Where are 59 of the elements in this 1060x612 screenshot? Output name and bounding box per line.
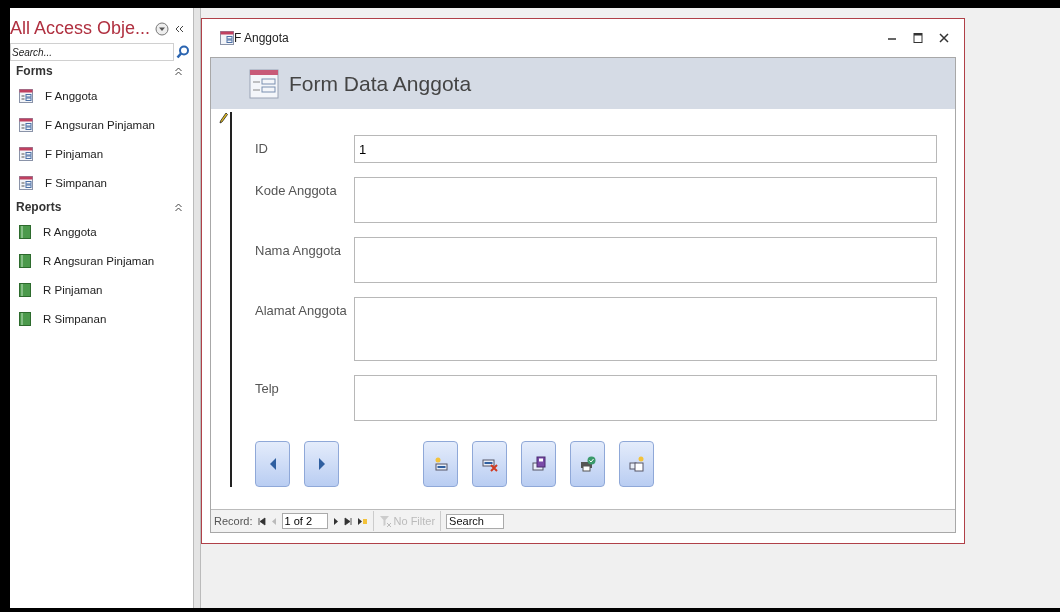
form-icon <box>19 117 33 132</box>
input-field[interactable] <box>354 375 937 421</box>
nav-item[interactable]: F Simpanan <box>45 176 107 189</box>
nav-item[interactable]: F Pinjaman <box>45 147 104 160</box>
close-icon[interactable] <box>938 32 950 44</box>
nav-item[interactable]: R Anggota <box>43 225 97 238</box>
form-title: Form Data Anggota <box>289 71 472 96</box>
last-record-icon[interactable] <box>343 516 352 526</box>
print-button[interactable] <box>570 441 605 487</box>
funnel-icon <box>378 515 392 527</box>
first-record-icon[interactable] <box>257 516 266 526</box>
delete-button[interactable] <box>472 441 507 487</box>
nav-item[interactable]: R Pinjaman <box>43 283 103 296</box>
new-record-icon[interactable] <box>356 516 368 526</box>
maximize-icon[interactable] <box>912 32 924 44</box>
report-icon <box>19 282 31 297</box>
dropdown-icon[interactable] <box>155 21 170 36</box>
search-icon[interactable] <box>176 45 190 59</box>
new-record-icon <box>432 456 449 472</box>
form-icon <box>19 88 33 103</box>
search-field[interactable]: Search <box>446 513 505 529</box>
field-label: Nama Anggota <box>255 242 342 258</box>
field-label: ID <box>255 140 269 156</box>
duplicate-record-icon <box>628 456 645 472</box>
window-title: F Anggota <box>234 31 289 45</box>
input-field[interactable] <box>354 177 937 223</box>
form-icon <box>19 175 33 190</box>
save-icon <box>530 456 547 472</box>
field-label: Kode Anggota <box>255 182 338 198</box>
record-label: Record: <box>214 515 253 527</box>
group-header[interactable]: Forms <box>16 64 53 78</box>
right-arrow-icon <box>316 457 327 471</box>
chevrons-up-icon[interactable] <box>174 66 183 76</box>
pane-title[interactable]: All Access Obje... <box>10 18 151 39</box>
copy-button[interactable] <box>619 441 654 487</box>
form-icon <box>249 68 279 99</box>
delete-record-icon <box>481 456 498 472</box>
printer-icon <box>579 456 596 472</box>
input-field[interactable] <box>354 237 937 283</box>
form-icon <box>19 146 33 161</box>
report-icon <box>19 224 31 239</box>
input-field[interactable] <box>354 297 937 361</box>
nav-item[interactable]: R Angsuran Pinjaman <box>43 254 155 267</box>
nav-item[interactable]: R Simpanan <box>43 312 107 325</box>
search-field[interactable]: Search... <box>10 43 174 61</box>
report-icon <box>19 311 31 326</box>
next-record-icon[interactable] <box>332 516 339 526</box>
field-label: Alamat Anggota <box>255 302 348 318</box>
nav-item[interactable]: F Angsuran Pinjaman <box>45 118 155 131</box>
nav-item[interactable]: F Anggota <box>45 89 98 102</box>
record-position-field[interactable]: 1 of 2 <box>281 513 328 529</box>
save-button[interactable] <box>521 441 556 487</box>
group-header[interactable]: Reports <box>16 200 62 214</box>
form-icon <box>220 31 234 45</box>
input-field[interactable]: 1 <box>354 135 937 163</box>
field-label: Telp <box>255 380 280 396</box>
collapse-icon[interactable] <box>174 23 185 34</box>
chevrons-up-icon[interactable] <box>174 202 183 212</box>
report-icon <box>19 253 31 268</box>
